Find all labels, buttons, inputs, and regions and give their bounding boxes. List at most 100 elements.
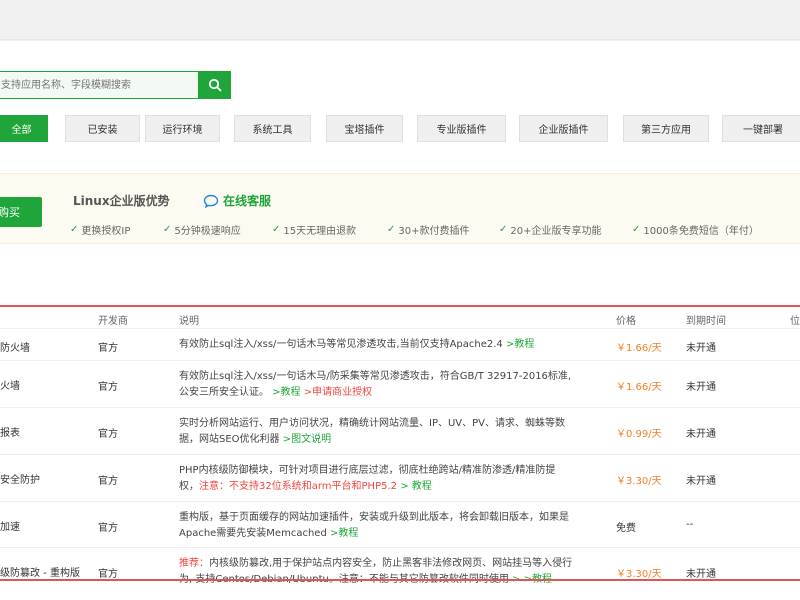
- feature-label: 20+企业版专享功能: [510, 226, 602, 237]
- header-description: 说明: [179, 316, 199, 327]
- plugin-name: 安全防护: [0, 475, 40, 486]
- developer: 官方: [98, 429, 118, 440]
- feature-item: ✓ 30+款付费插件: [387, 222, 470, 237]
- table-row: 级防篡改 - 重构版 官方 推荐：内核级防篡改,用于保护站点内容安全，防止黑客非…: [0, 549, 800, 594]
- developer: 官方: [98, 569, 118, 580]
- description-text: 权，: [179, 481, 199, 492]
- price: ￥3.30/天: [616, 476, 662, 487]
- price: 免费: [616, 523, 636, 534]
- check-icon: ✓: [163, 224, 172, 235]
- tab-runtime[interactable]: 运行环境: [145, 115, 220, 142]
- description-text: 有效防止sql注入/xss/一句话木马/防采集等常见渗透攻击，符合GB/T 32…: [179, 371, 572, 382]
- developer: 官方: [98, 476, 118, 487]
- description-text: 内核级防篡改,用于保护站点内容安全，防止黑客非法修改网页、网站挂马等入侵行: [209, 558, 573, 569]
- description-text: 据，网站SEO优化利器: [179, 434, 280, 445]
- description-text: 有效防止sql注入/xss/一句话木马等常见渗透攻击,当前仅支持Apache2.…: [179, 339, 503, 350]
- header-price: 价格: [616, 316, 636, 327]
- price: ￥1.66/天: [616, 343, 662, 354]
- check-icon: ✓: [387, 224, 396, 235]
- tab-enterprise-plugins[interactable]: 企业版插件: [519, 115, 608, 142]
- highlight-border: [0, 579, 800, 581]
- feature-item: ✓ 1000条免费短信（年付）: [632, 222, 759, 237]
- expire-status: 未开通: [686, 382, 716, 393]
- software-store-panel: 全部 已安装 运行环境 系统工具 宝塔插件 专业版插件 企业版插件 第三方应用 …: [0, 41, 800, 600]
- description: 重构版，基于页面缓存的网站加速插件，安装或升级到此版本，将会卸载旧版本，如果是 …: [179, 510, 599, 542]
- warning-text: 注意：不支持32位系统和arm平台和PHP5.2: [199, 481, 398, 492]
- tab-system-tools[interactable]: 系统工具: [234, 115, 311, 142]
- feature-label: 5分钟极速响应: [174, 226, 241, 237]
- description-text: 重构版，基于页面缓存的网站加速插件，安装或升级到此版本，将会卸载旧版本，如果是: [179, 512, 569, 523]
- tutorial-link[interactable]: >教程: [269, 387, 300, 398]
- plugin-name: 报表: [0, 428, 20, 439]
- tab-installed[interactable]: 已安装: [65, 115, 140, 142]
- developer: 官方: [98, 343, 118, 354]
- table-row: 加速 官方 重构版，基于页面缓存的网站加速插件，安装或升级到此版本，将会卸载旧版…: [0, 503, 800, 548]
- description: PHP内核级防御模块，可针对项目进行底层过滤，彻底杜绝跨站/精准防渗透/精准防提…: [179, 463, 599, 495]
- tutorial-link[interactable]: >教程: [503, 339, 534, 350]
- feature-label: 更换授权IP: [81, 226, 131, 237]
- customer-service-label: 在线客服: [223, 194, 272, 208]
- description-text: PHP内核级防御模块，可针对项目进行底层过滤，彻底杜绝跨站/精准防渗透/精准防提: [179, 465, 556, 476]
- search-input[interactable]: [0, 71, 198, 99]
- buy-button[interactable]: 购买: [0, 197, 42, 227]
- expire-status: --: [686, 519, 694, 530]
- check-icon: ✓: [70, 224, 79, 235]
- enterprise-promo: 购买 Linux企业版优势 在线客服 ✓ 更换授权IP ✓ 5分钟极速响应 ✓ 15天…: [0, 173, 800, 244]
- chat-icon: [203, 194, 219, 208]
- plugin-name: 火墙: [0, 381, 20, 392]
- tutorial-link[interactable]: >图文说明: [280, 434, 331, 445]
- table-header: 开发商 说明 价格 到期时间 位: [0, 305, 800, 329]
- description: 有效防止sql注入/xss/一句话木马等常见渗透攻击,当前仅支持Apache2.…: [179, 337, 599, 353]
- header-developer: 开发商: [98, 316, 128, 327]
- description: 推荐：内核级防篡改,用于保护站点内容安全，防止黑客非法修改网页、网站挂马等入侵行…: [179, 556, 599, 588]
- feature-item: ✓ 更换授权IP: [70, 222, 130, 237]
- feature-item: ✓ 20+企业版专享功能: [499, 222, 602, 237]
- expire-status: 未开通: [686, 569, 716, 580]
- feature-item: ✓ 15天无理由退款: [272, 222, 356, 237]
- description: 有效防止sql注入/xss/一句话木马/防采集等常见渗透攻击，符合GB/T 32…: [179, 369, 599, 401]
- table-row: 报表 官方 实时分析网站运行、用户访问状况，精确统计网站流量、IP、UV、PV、…: [0, 409, 800, 455]
- tutorial-link[interactable]: >教程: [327, 528, 358, 539]
- expire-status: 未开通: [686, 343, 716, 354]
- tab-bt-plugins[interactable]: 宝塔插件: [326, 115, 403, 142]
- search-box: [0, 71, 231, 99]
- feature-label: 1000条免费短信（年付）: [643, 226, 759, 237]
- check-icon: ✓: [272, 224, 281, 235]
- customer-service-link[interactable]: 在线客服: [203, 192, 271, 209]
- description-text: Apache需要先安装Memcached: [179, 528, 327, 539]
- search-icon: [208, 78, 221, 92]
- license-link[interactable]: >申请商业授权: [301, 387, 372, 398]
- feature-label: 30+款付费插件: [398, 226, 470, 237]
- table-row: 防火墙 官方 有效防止sql注入/xss/一句话木马等常见渗透攻击,当前仅支持A…: [0, 330, 800, 361]
- price: ￥0.99/天: [616, 429, 662, 440]
- table-row: 安全防护 官方 PHP内核级防御模块，可针对项目进行底层过滤，彻底杜绝跨站/精准…: [0, 456, 800, 502]
- feature-label: 15天无理由退款: [283, 226, 357, 237]
- price: ￥1.66/天: [616, 382, 662, 393]
- price: ￥3.30/天: [616, 569, 662, 580]
- header-expire: 到期时间: [686, 316, 726, 327]
- tab-all[interactable]: 全部: [0, 115, 48, 142]
- tutorial-link[interactable]: > 教程: [397, 481, 432, 492]
- tab-one-click-deploy[interactable]: 一键部署: [722, 115, 800, 142]
- check-icon: ✓: [632, 224, 641, 235]
- tab-third-party[interactable]: 第三方应用: [623, 115, 709, 142]
- plugin-name: 级防篡改 - 重构版: [0, 568, 80, 579]
- plugin-name: 防火墙: [0, 343, 30, 354]
- table-row: 火墙 官方 有效防止sql注入/xss/一句话木马/防采集等常见渗透攻击，符合G…: [0, 362, 800, 408]
- search-button[interactable]: [198, 71, 231, 99]
- description-text: 实时分析网站运行、用户访问状况，精确统计网站流量、IP、UV、PV、请求、蜘蛛等…: [179, 418, 566, 429]
- expire-status: 未开通: [686, 429, 716, 440]
- feature-item: ✓ 5分钟极速响应: [163, 222, 241, 237]
- promo-title: Linux企业版优势: [73, 194, 170, 208]
- plugin-name: 加速: [0, 522, 20, 533]
- developer: 官方: [98, 382, 118, 393]
- description: 实时分析网站运行、用户访问状况，精确统计网站流量、IP、UV、PV、请求、蜘蛛等…: [179, 416, 599, 448]
- check-icon: ✓: [499, 224, 508, 235]
- developer: 官方: [98, 523, 118, 534]
- recommend-label: 推荐：: [179, 558, 209, 569]
- top-bar: [0, 0, 800, 40]
- expire-status: 未开通: [686, 476, 716, 487]
- description-text: 公安三所安全认证。: [179, 387, 269, 398]
- tab-pro-plugins[interactable]: 专业版插件: [417, 115, 506, 142]
- header-position: 位: [790, 316, 800, 327]
